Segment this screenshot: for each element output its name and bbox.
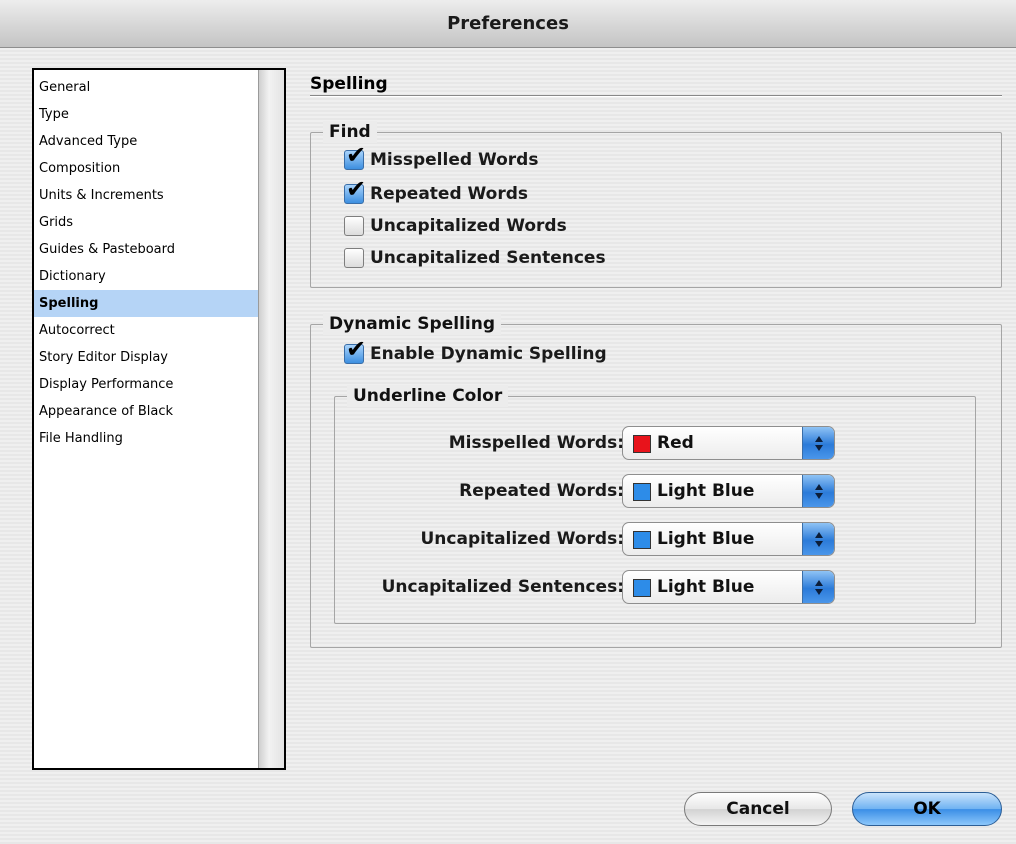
repeated-words-checkbox[interactable]: ✔ Repeated Words (344, 177, 529, 204)
sidebar-item-guides-pasteboard[interactable]: Guides & Pasteboard (34, 236, 260, 263)
sidebar-item-spelling[interactable]: Spelling (34, 290, 260, 317)
sidebar-item-appearance-of-black[interactable]: Appearance of Black (34, 398, 260, 425)
misspelled-words-color-row: Misspelled Words: Red (0, 426, 1016, 460)
misspelled-words-checkbox[interactable]: ✔ Misspelled Words (344, 143, 539, 170)
uncapitalized-sentences-checkbox[interactable]: Uncapitalized Sentences (344, 248, 606, 268)
checkbox-box[interactable] (344, 216, 364, 236)
uncapitalized-sentences-color-row: Uncapitalized Sentences: Light Blue (0, 570, 1016, 604)
checkbox-box[interactable]: ✔ (344, 143, 366, 170)
up-down-arrows-icon[interactable] (802, 427, 834, 459)
color-swatch (633, 435, 651, 453)
up-down-arrows-icon[interactable] (802, 475, 834, 507)
repeated-color-select[interactable]: Light Blue (622, 474, 835, 508)
sidebar-item-type[interactable]: Type (34, 101, 260, 128)
select-value: Light Blue (657, 481, 755, 501)
checkmark-icon: ✔ (346, 175, 367, 203)
sidebar-item-dictionary[interactable]: Dictionary (34, 263, 260, 290)
enable-dynamic-spelling-checkbox[interactable]: ✔ Enable Dynamic Spelling (344, 337, 607, 364)
uncapitalized-words-color-row: Uncapitalized Words: Light Blue (0, 522, 1016, 556)
checkbox-box[interactable]: ✔ (344, 337, 366, 364)
checkbox-label: Misspelled Words (370, 150, 539, 170)
sidebar-scrollbar[interactable] (258, 70, 284, 768)
ok-button[interactable]: OK (852, 792, 1002, 826)
select-value: Light Blue (657, 577, 755, 597)
sidebar-item-story-editor-display[interactable]: Story Editor Display (34, 344, 260, 371)
checkbox-label: Uncapitalized Sentences (370, 248, 606, 268)
panel-divider (310, 95, 1002, 97)
uncapitalized-words-checkbox[interactable]: Uncapitalized Words (344, 216, 567, 236)
color-row-label: Uncapitalized Sentences: (381, 577, 624, 597)
preferences-category-list[interactable]: General Type Advanced Type Composition U… (32, 68, 286, 770)
color-swatch (633, 483, 651, 501)
select-value: Light Blue (657, 529, 755, 549)
checkbox-label: Uncapitalized Words (370, 216, 567, 236)
select-value: Red (657, 433, 694, 453)
color-swatch (633, 531, 651, 549)
uncapitalized-sentences-color-select[interactable]: Light Blue (622, 570, 835, 604)
repeated-words-color-row: Repeated Words: Light Blue (0, 474, 1016, 508)
dynamic-spelling-legend: Dynamic Spelling (323, 313, 501, 335)
sidebar-item-units-increments[interactable]: Units & Increments (34, 182, 260, 209)
panel-title: Spelling (310, 74, 388, 94)
find-legend: Find (323, 121, 377, 143)
color-row-label: Misspelled Words: (448, 433, 624, 453)
checkmark-icon: ✔ (346, 335, 367, 363)
sidebar-item-display-performance[interactable]: Display Performance (34, 371, 260, 398)
underline-color-legend: Underline Color (347, 385, 509, 407)
sidebar-item-advanced-type[interactable]: Advanced Type (34, 128, 260, 155)
checkbox-box[interactable] (344, 248, 364, 268)
sidebar-item-grids[interactable]: Grids (34, 209, 260, 236)
checkbox-box[interactable]: ✔ (344, 177, 366, 204)
sidebar-item-autocorrect[interactable]: Autocorrect (34, 317, 260, 344)
window-title: Preferences (447, 13, 569, 34)
checkmark-icon: ✔ (346, 141, 367, 169)
checkbox-label: Repeated Words (370, 184, 529, 204)
color-swatch (633, 579, 651, 597)
checkbox-label: Enable Dynamic Spelling (370, 344, 607, 364)
category-items: General Type Advanced Type Composition U… (34, 74, 260, 452)
misspelled-color-select[interactable]: Red (622, 426, 835, 460)
up-down-arrows-icon[interactable] (802, 571, 834, 603)
uncapitalized-words-color-select[interactable]: Light Blue (622, 522, 835, 556)
title-bar: Preferences (0, 0, 1016, 48)
cancel-button[interactable]: Cancel (684, 792, 832, 826)
color-row-label: Repeated Words: (459, 481, 624, 501)
sidebar-item-composition[interactable]: Composition (34, 155, 260, 182)
up-down-arrows-icon[interactable] (802, 523, 834, 555)
color-row-label: Uncapitalized Words: (420, 529, 624, 549)
sidebar-item-general[interactable]: General (34, 74, 260, 101)
